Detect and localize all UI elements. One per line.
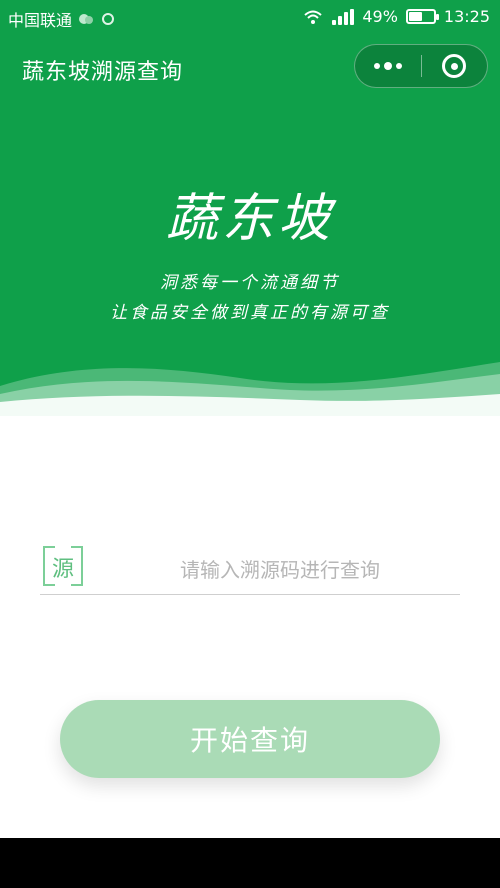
status-right: 49% 13:25 [302,7,490,26]
slogan-line-2: 让食品安全做到真正的有源可查 [110,303,390,323]
battery-fill [408,12,422,21]
start-query-button[interactable]: 开始查询 [60,700,440,778]
brand-logo-text: 蔬东坡 [165,189,334,249]
carrier-label: 中国联通 [8,11,73,30]
status-left: 中国联通 [8,7,116,31]
battery-icon [405,9,439,24]
close-miniprogram-button[interactable] [422,45,488,87]
page-title: 蔬东坡溯源查询 [22,60,184,85]
source-icon-char: 源 [51,557,74,582]
slogan-line-1: 洞悉每一个流通细节 [160,273,340,293]
more-dots-icon [373,62,402,70]
clock: 13:25 [443,7,490,26]
status-bar: 中国联通 49% 13:25 [0,0,500,36]
trace-code-input[interactable] [100,553,460,587]
hero-banner: 蔬东坡溯源查询 蔬东坡 洞悉每一个流通细节 让食品安全做到真正的有源可查 [0,36,500,416]
wave-decoration [0,362,500,416]
target-close-icon [442,54,467,78]
search-field-row: 源 [40,543,460,595]
more-button[interactable] [355,45,421,87]
wifi-icon [304,10,322,24]
miniprogram-capsule [354,44,488,88]
source-icon: 源 [43,543,83,589]
message-notify-icon [102,13,115,25]
signal-3g-icon [332,8,355,25]
device-bottom-bar [0,838,500,888]
app-screen: 中国联通 49% 13:25 蔬东坡溯源查询 蔬东坡 洞悉每一个流通细节 让食品… [0,0,500,838]
battery-percent: 49% [362,7,398,26]
wechat-notify-icon [79,14,94,24]
